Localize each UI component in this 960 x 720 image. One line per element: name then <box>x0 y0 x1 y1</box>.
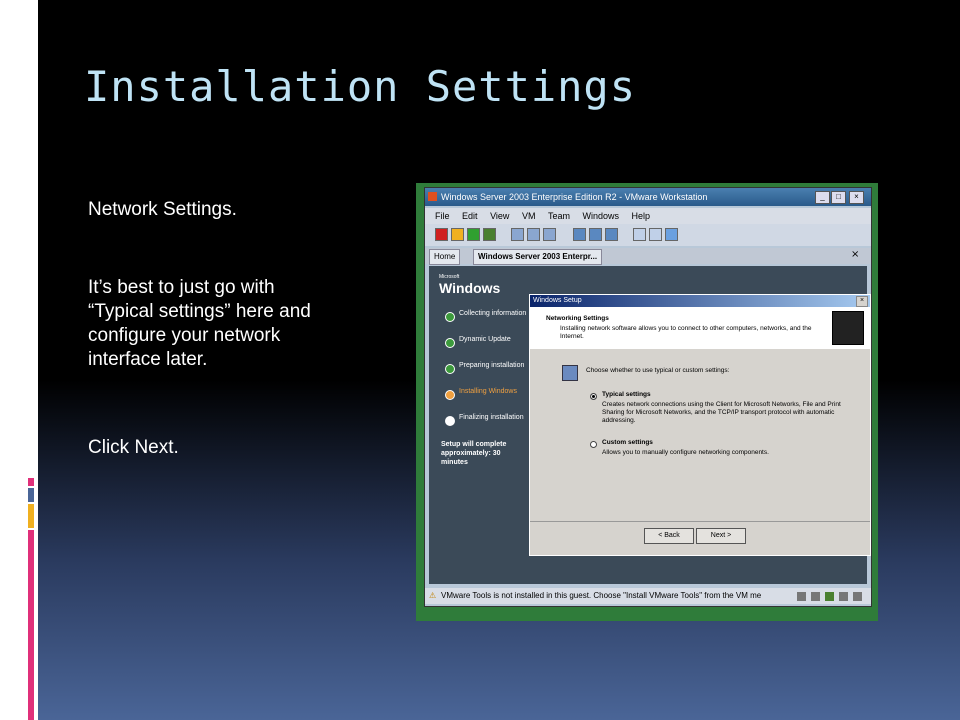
menu-file[interactable]: File <box>435 211 450 221</box>
vmware-title-bar: Windows Server 2003 Enterprise Edition R… <box>425 188 871 206</box>
network-icon[interactable] <box>825 592 834 601</box>
windows-setup-dialog: Windows Setup × Networking Settings Inst… <box>529 294 871 556</box>
power-on-icon[interactable] <box>467 228 480 241</box>
back-button[interactable]: < Back <box>644 528 694 544</box>
vmware-toolbar <box>425 224 871 246</box>
dialog-subheading: Installing network software allows you t… <box>560 325 812 340</box>
step-label: Finalizing installation <box>459 414 524 421</box>
step-label: Dynamic Update <box>459 336 511 343</box>
snapshot-icon[interactable] <box>511 228 524 241</box>
close-icon[interactable]: × <box>849 191 864 204</box>
power-off-icon[interactable] <box>435 228 448 241</box>
step-dynamic-update: Dynamic Update <box>443 336 526 362</box>
custom-settings-label[interactable]: Custom settings <box>602 439 653 447</box>
vmware-screenshot: Windows Server 2003 Enterprise Edition R… <box>416 183 878 621</box>
step-collecting: Collecting information <box>443 310 526 336</box>
close-tab-icon[interactable]: × <box>851 249 859 260</box>
dialog-title-bar: Windows Setup × <box>530 295 870 307</box>
disk-icon[interactable] <box>797 592 806 601</box>
setup-steps: Collecting information Dynamic Update Pr… <box>443 310 526 440</box>
dialog-title: Windows Setup <box>533 297 582 304</box>
summary-view-icon[interactable] <box>649 228 662 241</box>
typical-settings-radio[interactable] <box>590 393 597 400</box>
menu-team[interactable]: Team <box>548 211 570 221</box>
typical-settings-description: Creates network connections using the Cl… <box>602 401 841 424</box>
custom-settings-radio[interactable] <box>590 441 597 448</box>
network-computers-icon <box>562 365 578 381</box>
revert-icon[interactable] <box>527 228 540 241</box>
step-installing: Installing Windows <box>443 388 526 414</box>
reset-icon[interactable] <box>483 228 496 241</box>
windows-logo: Microsoft Windows <box>439 274 500 296</box>
next-button[interactable]: Next > <box>696 528 746 544</box>
step-done-icon <box>445 364 455 374</box>
guest-screen: Microsoft Windows Collecting information… <box>429 266 871 584</box>
fullscreen-icon[interactable] <box>589 228 602 241</box>
snapshot-manager-icon[interactable] <box>543 228 556 241</box>
vmware-app-icon <box>428 192 437 201</box>
paragraph-click-next: Click Next. <box>88 437 179 458</box>
time-remaining: Setup will complete approximately: 30 mi… <box>441 441 507 466</box>
menu-edit[interactable]: Edit <box>462 211 478 221</box>
menu-vm[interactable]: VM <box>522 211 536 221</box>
cdrom-icon[interactable] <box>811 592 820 601</box>
accent-yellow <box>28 504 34 528</box>
sidebar-toggle-icon[interactable] <box>573 228 586 241</box>
accent-pink-small <box>28 478 34 486</box>
vmware-menu-bar: File Edit View VM Team Windows Help <box>425 208 871 224</box>
vmware-window-title: Windows Server 2003 Enterprise Edition R… <box>441 192 708 202</box>
step-label: Collecting information <box>459 310 527 317</box>
accent-pink <box>28 530 34 720</box>
accent-blue <box>28 488 34 502</box>
tab-vm[interactable]: Windows Server 2003 Enterpr... <box>473 249 603 265</box>
menu-view[interactable]: View <box>490 211 509 221</box>
paragraph-typical-advice: It’s best to just go with “Typical setti… <box>88 277 311 370</box>
setup-cd-icon <box>832 311 864 345</box>
step-finalizing: Finalizing installation <box>443 414 526 440</box>
warning-icon: ⚠ <box>429 591 437 600</box>
menu-windows[interactable]: Windows <box>582 211 619 221</box>
vmware-status-bar: ⚠ VMware Tools is not installed in this … <box>425 588 871 604</box>
dialog-header: Networking Settings Installing network s… <box>530 307 870 349</box>
dialog-prompt: Choose whether to use typical or custom … <box>586 367 730 374</box>
dialog-close-icon[interactable]: × <box>856 296 868 307</box>
menu-help[interactable]: Help <box>632 211 651 221</box>
windows-logo-text: Windows <box>439 280 501 296</box>
usb-icon[interactable] <box>839 592 848 601</box>
status-message: VMware Tools is not installed in this gu… <box>441 591 762 600</box>
appliance-view-icon[interactable] <box>665 228 678 241</box>
slide-title: Installation Settings <box>84 62 637 111</box>
step-done-icon <box>445 338 455 348</box>
quick-switch-icon[interactable] <box>605 228 618 241</box>
typical-settings-label[interactable]: Typical settings <box>602 391 651 399</box>
dialog-divider <box>530 521 870 522</box>
tab-home[interactable]: Home <box>429 249 461 265</box>
custom-settings-description: Allows you to manually configure network… <box>602 449 769 456</box>
sound-icon[interactable] <box>853 592 862 601</box>
step-preparing: Preparing installation <box>443 362 526 388</box>
step-label: Installing Windows <box>459 388 517 395</box>
step-pending-icon <box>445 416 455 426</box>
paragraph-network-settings: Network Settings. <box>88 199 237 220</box>
vmware-window: Windows Server 2003 Enterprise Edition R… <box>424 187 872 607</box>
vmware-tab-bar: Home Windows Server 2003 Enterpr... × <box>425 248 871 265</box>
step-label: Preparing installation <box>459 362 525 369</box>
console-view-icon[interactable] <box>633 228 646 241</box>
suspend-icon[interactable] <box>451 228 464 241</box>
maximize-icon[interactable]: □ <box>831 191 846 204</box>
step-current-icon <box>445 390 455 400</box>
step-done-icon <box>445 312 455 322</box>
minimize-icon[interactable]: _ <box>815 191 830 204</box>
dialog-heading: Networking Settings <box>546 315 609 322</box>
